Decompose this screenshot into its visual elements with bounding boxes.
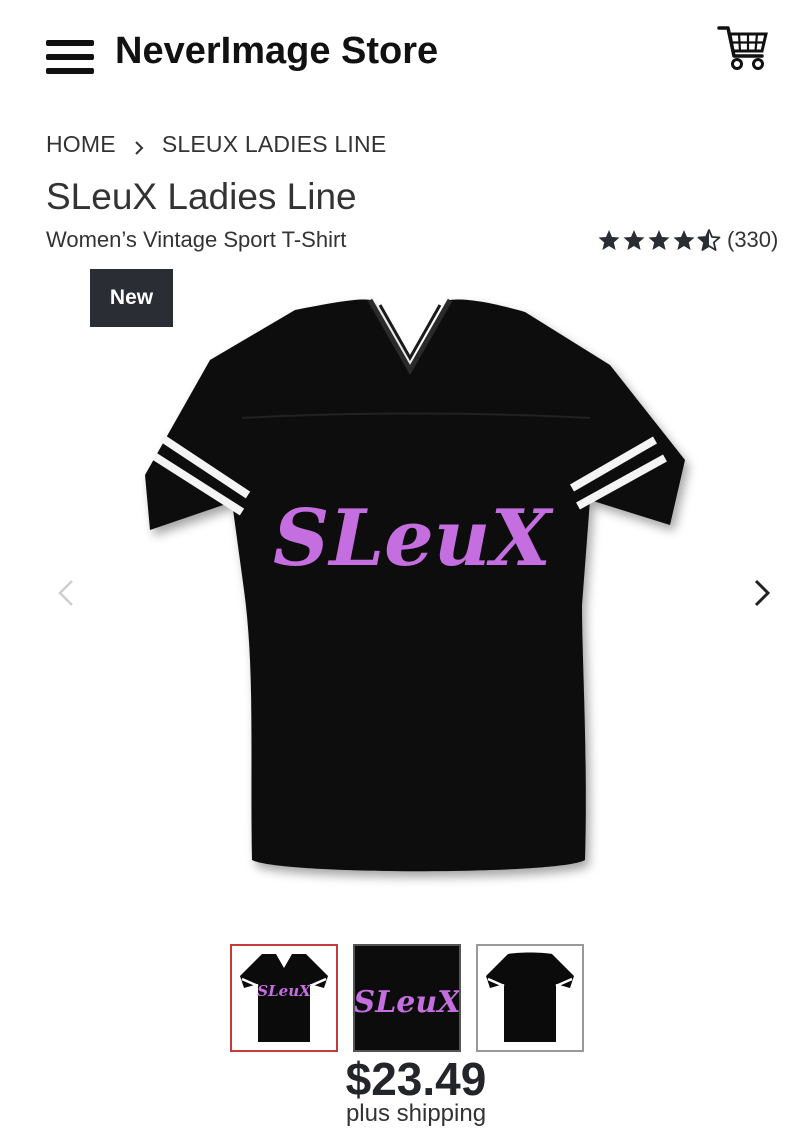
review-count[interactable]: (330)	[727, 227, 778, 253]
thumbnail-print-text: SLeuX	[355, 985, 459, 1020]
hamburger-menu-icon[interactable]	[46, 40, 94, 74]
star-filled-icon	[648, 230, 670, 250]
breadcrumb: HOME SLEUX LADIES LINE	[46, 131, 386, 158]
chevron-right-icon[interactable]	[748, 573, 778, 613]
breadcrumb-home-link[interactable]: HOME	[46, 131, 116, 158]
chevron-right-icon	[130, 136, 148, 155]
thumbnail-back[interactable]	[476, 944, 584, 1052]
star-filled-icon	[598, 230, 620, 250]
shirt-print-text: SLeuX	[273, 493, 555, 584]
rating-stars	[597, 229, 721, 251]
chevron-left-icon[interactable]	[52, 573, 82, 613]
thumbnail-print-text: SLeuX	[257, 982, 312, 1000]
product-price: $23.49	[345, 1053, 487, 1105]
product-title: SLeuX Ladies Line	[46, 176, 357, 217]
shopping-cart-icon[interactable]	[716, 22, 770, 72]
breadcrumb-category-link[interactable]: SLEUX LADIES LINE	[162, 131, 387, 158]
product-subtitle: Women’s Vintage Sport T-Shirt	[46, 227, 347, 252]
star-filled-icon	[673, 230, 695, 250]
thumbnail-front[interactable]: SLeuX	[230, 944, 338, 1052]
shipping-note: plus shipping	[345, 1100, 487, 1127]
thumbnail-design-detail[interactable]: SLeuX	[353, 944, 461, 1052]
product-rating[interactable]: (330)	[597, 227, 778, 253]
store-title[interactable]: NeverImage Store	[115, 30, 438, 73]
new-badge: New	[90, 269, 173, 327]
product-main-image: SLeuX	[120, 290, 700, 900]
star-half-icon	[697, 229, 721, 251]
star-filled-icon	[623, 230, 645, 250]
